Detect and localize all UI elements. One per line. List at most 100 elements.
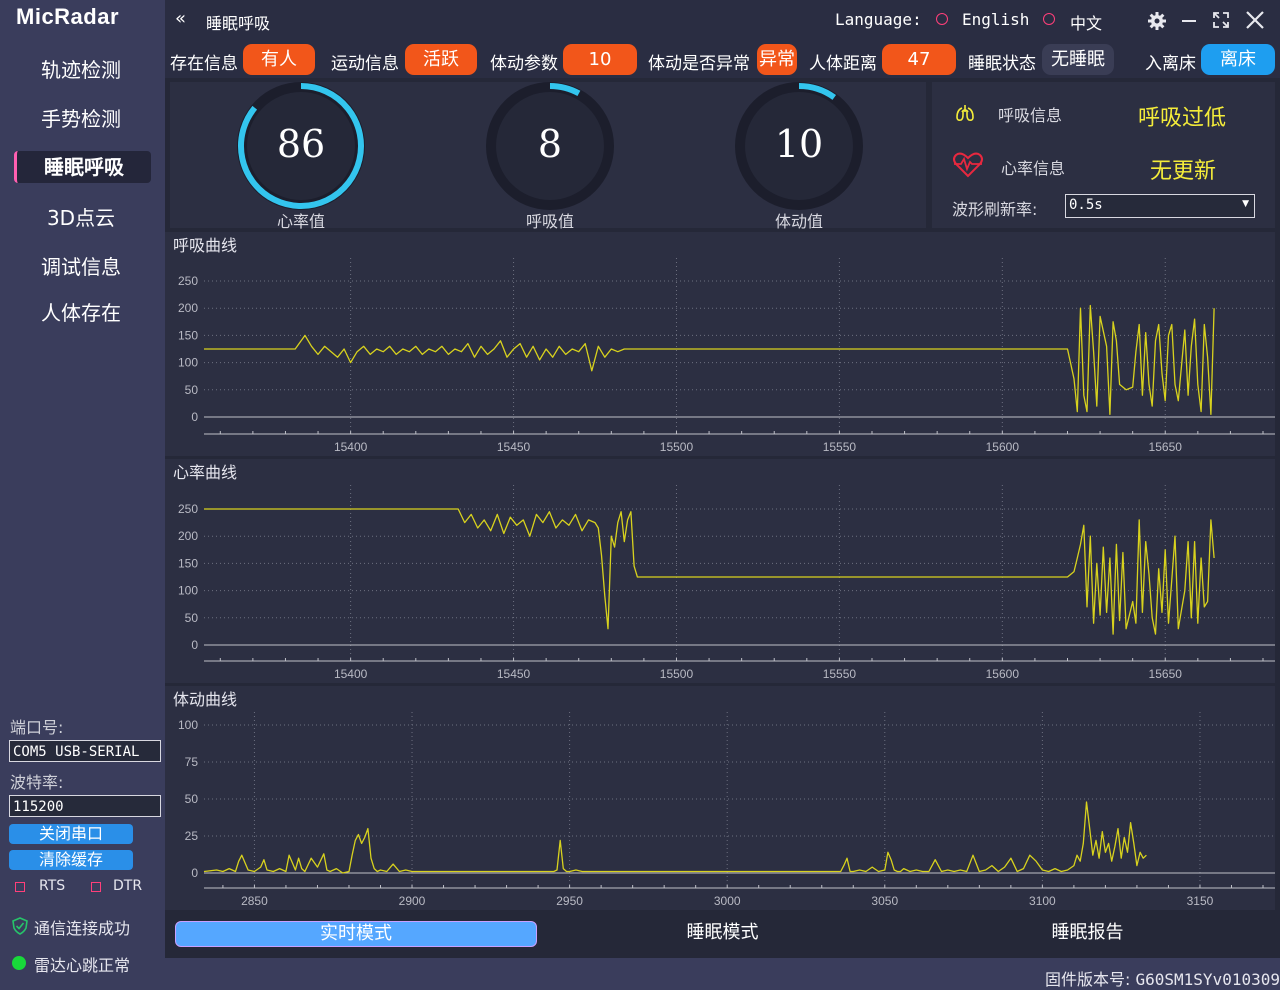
dtr-label: DTR	[113, 878, 143, 894]
refresh-rate-value: 0.5s	[1069, 197, 1103, 213]
heart-pulse-icon	[953, 152, 983, 178]
body-param-value-badge: 10	[563, 44, 637, 75]
rts-label: RTS	[39, 878, 66, 894]
nav-item-3d-point-cloud[interactable]: 3D点云	[14, 202, 148, 234]
x-tick-label: 3100	[1029, 894, 1056, 908]
collapse-sidebar-icon[interactable]: «	[175, 8, 186, 29]
nav-item-sleep-breathing[interactable]: 睡眠呼吸	[14, 151, 151, 183]
port-label: 端口号:	[10, 718, 64, 737]
y-tick-label: 100	[178, 584, 198, 598]
breath-chart: 15400 15450 15500 15550 15600 15650 0 50 100 150 2…	[178, 258, 1275, 454]
x-tick-label: 15450	[497, 440, 531, 454]
port-select[interactable]: COM5 USB-SERIAL	[9, 740, 161, 762]
body-motion-gauge-label: 体动值	[774, 212, 823, 231]
x-tick-label: 15500	[660, 667, 694, 681]
motion-chart: 2850 2900 2950 3000 3050 3100 3150 0 25 50 75 100	[178, 712, 1275, 908]
dropdown-arrow-icon: ▼	[1242, 199, 1249, 209]
motion-chart-panel: 体动曲线 2850 2900 2950 3000 3050 3100 3150 0 25 50 75…	[165, 686, 1275, 910]
sleep-report-button[interactable]: 睡眠报告	[965, 921, 1210, 945]
x-tick-label: 3000	[714, 894, 741, 908]
radar-status-text: 雷达心跳正常	[34, 956, 131, 975]
x-tick-label: 2950	[556, 894, 583, 908]
gear-icon[interactable]	[1147, 11, 1167, 31]
app-logo: MicRadar	[16, 4, 120, 29]
x-tick-label: 15500	[660, 440, 694, 454]
x-tick-label: 15450	[497, 667, 531, 681]
y-tick-label: 100	[178, 356, 198, 370]
y-tick-label: 0	[191, 638, 198, 652]
y-tick-label: 150	[178, 328, 198, 342]
y-tick-label: 250	[178, 274, 198, 288]
x-tick-label: 15400	[334, 667, 368, 681]
y-tick-label: 50	[185, 611, 199, 625]
sleep-report-label: 睡眠报告	[1051, 922, 1124, 943]
maximize-icon[interactable]	[1211, 10, 1231, 30]
presence-value-badge: 有人	[243, 44, 315, 75]
presence-label: 存在信息	[170, 54, 238, 74]
distance-value-badge: 47	[882, 44, 956, 75]
y-tick-label: 150	[178, 556, 198, 570]
series-line	[203, 801, 1147, 874]
page-title: 睡眠呼吸	[206, 14, 271, 33]
close-icon[interactable]	[1245, 10, 1265, 30]
x-tick-label: 15600	[986, 667, 1020, 681]
dtr-checkbox[interactable]	[91, 882, 101, 892]
heart-rate-gauge-label: 心率值	[276, 212, 325, 231]
motion-value-badge: 活跃	[405, 44, 477, 75]
sleep-state-value-badge: 无睡眠	[1042, 44, 1114, 75]
nav-item-presence[interactable]: 人体存在	[14, 297, 148, 329]
footer-bar: 固件版本号: G60SM1SYv010309	[165, 958, 1280, 990]
chinese-radio[interactable]	[1043, 13, 1055, 25]
comm-status-text: 通信连接成功	[34, 919, 131, 938]
refresh-rate-select[interactable]: 0.5s ▼	[1065, 194, 1255, 218]
x-tick-label: 2850	[241, 894, 268, 908]
x-tick-label: 15400	[334, 440, 368, 454]
x-tick-label: 15550	[823, 667, 857, 681]
heart-rate-gauge-value: 86	[276, 122, 326, 166]
rts-checkbox[interactable]	[15, 882, 25, 892]
bed-label: 入离床	[1145, 54, 1196, 74]
firmware-label: 固件版本号:	[1045, 970, 1136, 989]
sleep-state-label: 睡眠状态	[968, 54, 1036, 74]
breath-chart-panel: 呼吸曲线 15400 15450 15500 15550 15600 15650 0 50 10…	[165, 232, 1275, 456]
firmware-value: G60SM1SYv010309	[1135, 970, 1280, 989]
info-panel: 呼吸信息 呼吸过低 心率信息 无更新 波形刷新率: 0.5s ▼	[932, 82, 1275, 228]
heart-info-label: 心率信息	[1001, 159, 1066, 178]
clear-cache-button[interactable]: 清除缓存	[9, 850, 133, 870]
x-tick-label: 15600	[986, 440, 1020, 454]
heartbeat-indicator-icon	[12, 956, 26, 970]
breath-info-label: 呼吸信息	[998, 106, 1063, 125]
close-port-button[interactable]: 关闭串口	[9, 824, 133, 844]
realtime-mode-button[interactable]: 实时模式	[175, 921, 537, 947]
breath-gauge-value: 8	[537, 122, 563, 166]
refresh-rate-label: 波形刷新率:	[952, 200, 1038, 219]
y-tick-label: 75	[185, 755, 199, 769]
language-label: Language:	[835, 10, 922, 29]
status-bar: 存在信息 有人 运动信息 活跃 体动参数 10 体动是否异常 异常 人体距离 4…	[165, 42, 1280, 78]
chinese-label[interactable]: 中文	[1070, 10, 1102, 34]
y-tick-label: 100	[178, 718, 198, 732]
nav-item-track-detection[interactable]: 轨迹检测	[14, 54, 148, 86]
y-tick-label: 0	[191, 866, 198, 880]
y-tick-label: 250	[178, 502, 198, 516]
x-tick-label: 3050	[871, 894, 898, 908]
heart-chart-panel: 心率曲线 15400 15450 15500 15550 15600 15650 0 50 10…	[165, 459, 1275, 683]
realtime-mode-label: 实时模式	[320, 923, 392, 944]
english-radio[interactable]	[936, 13, 948, 25]
sleep-mode-button[interactable]: 睡眠模式	[600, 921, 845, 945]
series-line	[204, 508, 1215, 635]
x-tick-label: 15650	[1149, 440, 1183, 454]
bed-value-badge: 离床	[1201, 44, 1275, 75]
nav-item-debug-info[interactable]: 调试信息	[14, 251, 148, 283]
body-param-label: 体动参数	[490, 54, 558, 74]
english-label[interactable]: English	[962, 10, 1029, 29]
nav-item-gesture-detection[interactable]: 手势检测	[14, 103, 148, 135]
gauge-panel: 86 心率值 8 呼吸值 10 体动值	[170, 82, 926, 231]
baud-label: 波特率:	[10, 773, 64, 792]
minimize-icon[interactable]	[1180, 10, 1198, 30]
baud-input[interactable]: 115200	[9, 795, 161, 817]
breath-gauge-label: 呼吸值	[525, 212, 574, 231]
x-tick-label: 3150	[1187, 894, 1214, 908]
firmware-version: 固件版本号: G60SM1SYv010309	[1045, 966, 1280, 990]
y-tick-label: 200	[178, 301, 198, 315]
